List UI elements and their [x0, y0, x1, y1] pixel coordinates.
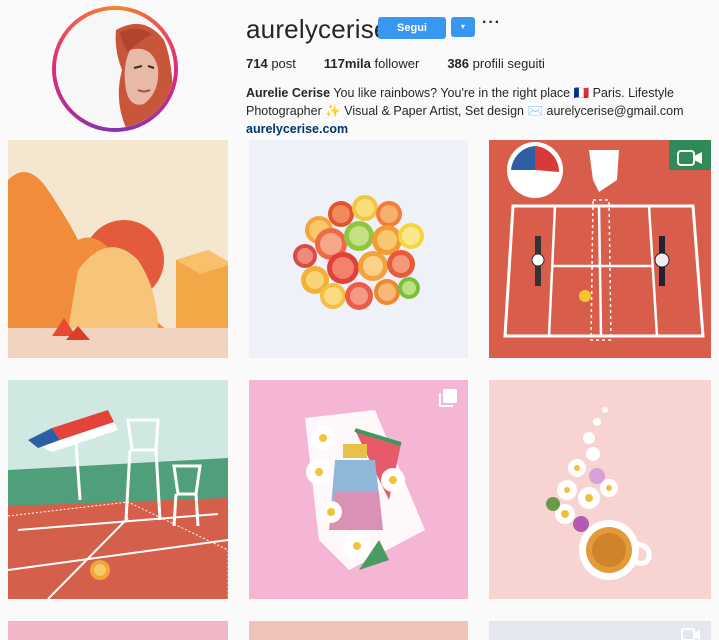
post-tile-partial-7[interactable] [8, 621, 228, 640]
more-options-icon[interactable]: ··· [482, 14, 501, 32]
post-tile-paper-tennis-court[interactable] [8, 380, 228, 599]
followers-stat[interactable]: 117mila follower [324, 56, 419, 71]
post-tile-partial-8[interactable] [249, 621, 468, 640]
bio-line-1: You like rainbows? You're in the right p… [330, 86, 674, 100]
video-icon [677, 148, 703, 173]
followers-label: follower [374, 56, 420, 71]
posts-label: post [271, 56, 296, 71]
follow-button[interactable]: Segui [378, 17, 446, 39]
post-tile-tennis-court-watches[interactable] [489, 140, 711, 358]
full-name: Aurelie Cerise [246, 86, 331, 100]
bio: Aurelie Cerise You like rainbows? You're… [246, 84, 716, 138]
video-icon [681, 627, 701, 640]
following-count: 386 [447, 56, 470, 71]
post-tile-flowers-tea[interactable] [489, 380, 711, 599]
post-tile-paper-landscape[interactable] [8, 140, 228, 358]
followers-count: 117mila [323, 56, 371, 71]
post-tile-partial-9[interactable] [489, 621, 711, 640]
following-label: profili seguiti [472, 56, 545, 71]
story-ring[interactable] [52, 6, 178, 132]
post-tile-perfume-watermelon[interactable] [249, 380, 468, 599]
posts-count: 714 [246, 56, 268, 71]
multiple-icon [438, 388, 458, 413]
profile-stats: 714 post 117mila follower 386 profili se… [246, 56, 573, 71]
suggestions-dropdown-button[interactable]: ▾ [451, 17, 475, 37]
bio-line-2: Photographer ✨ Visual & Paper Artist, Se… [246, 104, 684, 118]
profile-header: aurelycerise Segui ▾ ··· 714 post 117mil… [0, 0, 719, 138]
following-stat[interactable]: 386 profili seguiti [447, 56, 545, 71]
website-link[interactable]: aurelycerise.com [246, 122, 348, 136]
post-tile-citrus-slices[interactable] [249, 140, 468, 358]
avatar[interactable] [56, 10, 174, 128]
username: aurelycerise [246, 14, 389, 44]
posts-stat: 714 post [246, 56, 296, 71]
